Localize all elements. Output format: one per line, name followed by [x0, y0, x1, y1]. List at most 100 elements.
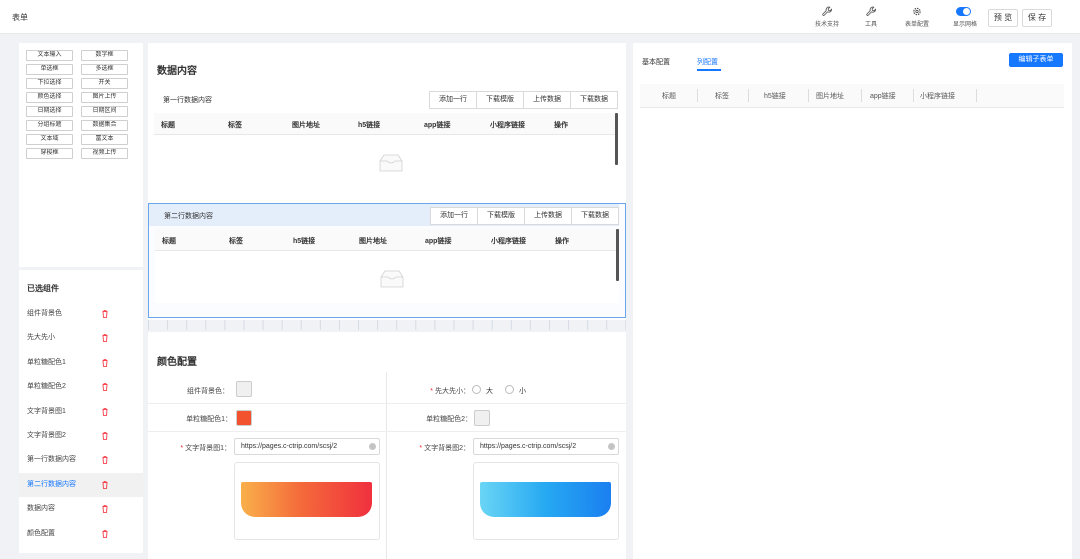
- tool-label: 表单配置: [904, 22, 929, 28]
- edit-subform-button[interactable]: 编辑子表单: [1009, 53, 1063, 67]
- component-button[interactable]: 下拉选择: [26, 78, 73, 89]
- add-row-button[interactable]: 添加一行: [431, 208, 478, 224]
- table-scrollbar[interactable]: [615, 113, 618, 165]
- column-separator: [913, 89, 914, 102]
- tools-tool[interactable]: 工具: [849, 6, 893, 28]
- column-tag[interactable]: h5链接: [764, 91, 786, 101]
- trash-icon[interactable]: [102, 505, 108, 513]
- column-separator: [808, 89, 809, 102]
- upload-data-button[interactable]: 上传数据: [525, 208, 572, 224]
- table-caption: 第一行数据内容: [163, 97, 212, 104]
- trash-icon[interactable]: [102, 432, 108, 440]
- selected-component-item[interactable]: 单粒糖配色1: [19, 351, 143, 375]
- download-data-button[interactable]: 下载数据: [572, 208, 618, 224]
- column-header: 标题: [162, 238, 176, 245]
- column-tag[interactable]: 标签: [715, 91, 729, 101]
- column-tag[interactable]: app链接: [870, 91, 896, 101]
- text-bg1-url: https://pages.c-ctrip.com/scsj/2: [241, 443, 338, 450]
- selected-component-item[interactable]: 第一行数据内容: [19, 448, 143, 472]
- component-button[interactable]: 日期区间: [81, 106, 128, 117]
- column-tag[interactable]: 图片地址: [816, 91, 844, 101]
- trash-icon[interactable]: [102, 529, 108, 538]
- selected-component-item[interactable]: 数据内容: [19, 497, 143, 521]
- trash-icon[interactable]: [102, 480, 108, 489]
- bg-color-label: 组件背景色：: [187, 388, 229, 395]
- download-template-button[interactable]: 下载模版: [478, 208, 525, 224]
- form-config-tool[interactable]: 表单配置: [895, 6, 939, 28]
- text-bg2-url-input[interactable]: https://pages.c-ctrip.com/scsj/2: [473, 438, 619, 455]
- candy1-color-label: 单粒糖配色1：: [186, 416, 232, 423]
- component-button[interactable]: 数据集合: [81, 120, 128, 131]
- selected-component-item[interactable]: 文字背景图2: [19, 424, 143, 448]
- upload-data-button[interactable]: 上传数据: [524, 92, 571, 108]
- column-header: 操作: [554, 122, 568, 129]
- tech-support-tool[interactable]: 技术支持: [805, 6, 849, 28]
- tab-basic-config[interactable]: 基本配置: [642, 57, 670, 67]
- selected-component-label: 数据内容: [27, 505, 55, 513]
- candy2-color-swatch[interactable]: [474, 410, 490, 426]
- column-header: h5链接: [358, 122, 381, 129]
- selected-component-item[interactable]: 先大先小: [19, 326, 143, 350]
- active-tab-indicator: [697, 69, 721, 71]
- component-button[interactable]: 图片上传: [81, 92, 128, 103]
- column-tag[interactable]: 标题: [662, 91, 676, 101]
- candy1-color-swatch[interactable]: [236, 410, 252, 426]
- text-bg1-image: [241, 482, 372, 517]
- table-block-row1[interactable]: 第一行数据内容 添加一行 下载模版 上传数据 下载数据 标题 标签 图片地址 h…: [148, 88, 626, 203]
- trash-icon[interactable]: [102, 407, 108, 416]
- column-header: 图片地址: [292, 122, 320, 129]
- selected-component-item[interactable]: 第二行数据内容: [19, 472, 143, 498]
- component-button[interactable]: 视频上传: [81, 148, 128, 159]
- selected-component-label: 第二行数据内容: [27, 480, 76, 488]
- selected-component-item[interactable]: 文字背景图1: [19, 400, 143, 424]
- component-button[interactable]: 分组标题: [26, 120, 73, 131]
- table-scrollbar[interactable]: [616, 229, 619, 281]
- column-separator: [861, 89, 862, 102]
- component-button[interactable]: 日期选择: [26, 106, 73, 117]
- trash-icon[interactable]: [102, 310, 108, 318]
- selected-component-item[interactable]: 单粒糖配色2: [19, 375, 143, 399]
- clear-icon[interactable]: [369, 443, 376, 450]
- save-button[interactable]: 保 存: [1022, 9, 1052, 27]
- trash-icon[interactable]: [102, 456, 108, 465]
- selected-component-item[interactable]: 组件背景色: [19, 302, 143, 326]
- component-button[interactable]: 颜色选择: [26, 92, 73, 103]
- add-row-button[interactable]: 添加一行: [430, 92, 477, 108]
- text-bg1-url-input[interactable]: https://pages.c-ctrip.com/scsj/2: [234, 438, 380, 455]
- size-small-label: 小: [519, 388, 526, 395]
- clear-icon[interactable]: [608, 443, 615, 450]
- selected-components-title: 已选组件: [27, 284, 59, 293]
- table-block-row2[interactable]: 第二行数据内容 添加一行 下载模版 上传数据 下载数据 标题 标签 h5链接 图…: [148, 203, 626, 318]
- trash-icon[interactable]: [102, 358, 108, 367]
- component-button[interactable]: 富文本: [81, 134, 128, 145]
- text-bg2-preview: [473, 462, 619, 540]
- table-actions: 添加一行 下载模版 上传数据 下载数据: [429, 91, 618, 109]
- column-separator: [697, 89, 698, 102]
- column-header: 图片地址: [359, 238, 387, 245]
- component-button[interactable]: 多选框: [81, 64, 128, 75]
- column-tag[interactable]: 小程序链接: [920, 91, 955, 101]
- size-big-radio[interactable]: [472, 385, 481, 394]
- selected-component-label: 单粒糖配色2: [27, 383, 66, 391]
- component-button[interactable]: 穿梭框: [26, 148, 73, 159]
- bg-color-swatch[interactable]: [236, 381, 252, 397]
- component-button[interactable]: 文本输入: [26, 50, 73, 61]
- selected-component-item[interactable]: 颜色配置: [19, 522, 143, 546]
- component-button[interactable]: 开关: [81, 78, 128, 89]
- column-separator: [976, 89, 977, 102]
- column-header: app链接: [425, 238, 452, 245]
- trash-icon[interactable]: [102, 383, 108, 391]
- download-data-button[interactable]: 下载数据: [571, 92, 617, 108]
- size-small-radio[interactable]: [505, 385, 514, 394]
- trash-icon[interactable]: [102, 334, 108, 343]
- empty-box-icon: [380, 270, 404, 288]
- text-bg2-url: https://pages.c-ctrip.com/scsj/2: [480, 443, 577, 450]
- component-button[interactable]: 数字框: [81, 50, 128, 61]
- component-button[interactable]: 单选框: [26, 64, 73, 75]
- tool-label: 工具: [864, 22, 877, 28]
- tab-column-config[interactable]: 列配置: [697, 57, 718, 67]
- component-button[interactable]: 文本域: [26, 134, 73, 145]
- grid-toggle[interactable]: [956, 7, 971, 16]
- preview-button[interactable]: 预 览: [988, 9, 1018, 27]
- download-template-button[interactable]: 下载模版: [477, 92, 524, 108]
